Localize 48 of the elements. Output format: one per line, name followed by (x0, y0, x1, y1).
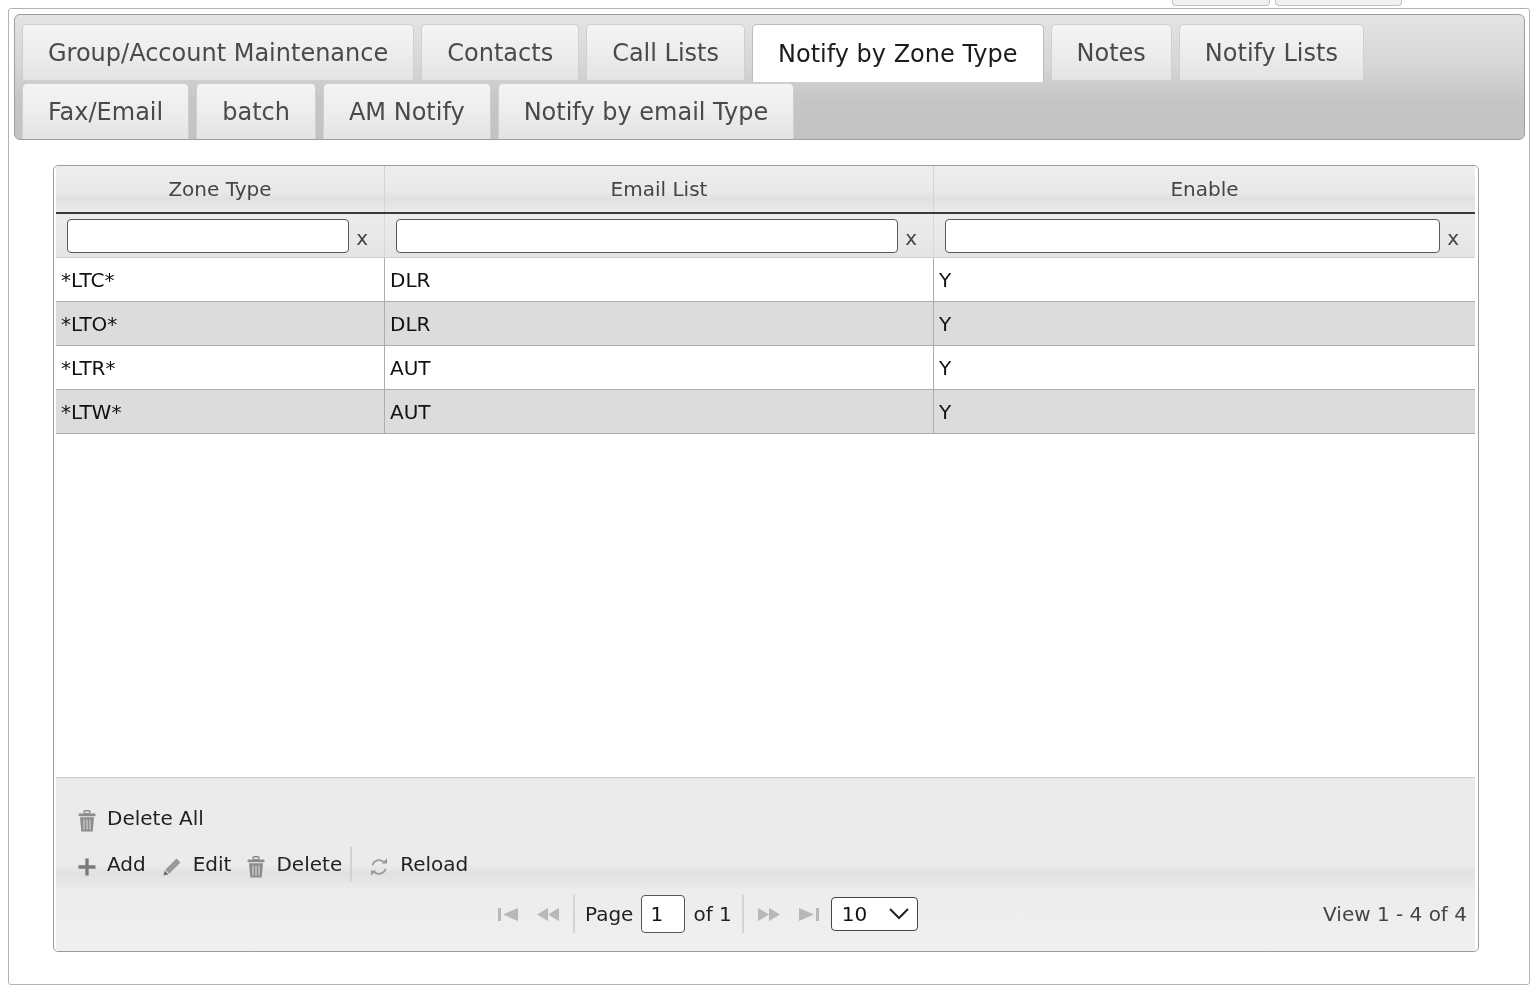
rows-per-page-select[interactable]: 10 (830, 897, 918, 931)
pencil-icon (161, 857, 182, 877)
delete-all-button[interactable]: Delete All (78, 803, 204, 833)
clear-filter-link[interactable]: x (905, 227, 917, 248)
cut-off-button[interactable] (1172, 0, 1270, 6)
delete-button[interactable]: Delete (247, 849, 343, 879)
column-header[interactable]: Email List (385, 166, 934, 212)
page-input[interactable]: 1 (641, 895, 686, 933)
clear-filter-link[interactable]: x (356, 227, 368, 248)
tab[interactable]: AM Notify (322, 83, 491, 139)
tab[interactable]: Call Lists (586, 24, 746, 80)
column-header[interactable]: Enable (934, 166, 1475, 212)
previous-page-icon (537, 907, 559, 921)
filter-field[interactable] (945, 218, 1441, 253)
cut-off-button[interactable] (1275, 0, 1402, 6)
column-header[interactable]: Zone Type (56, 166, 385, 212)
page-label: Page (585, 901, 634, 928)
next-page-icon (757, 907, 780, 921)
reload-button[interactable]: Reload (369, 849, 469, 879)
table-cell: Y (934, 390, 1475, 434)
table-row[interactable]: *LTW* AUT Y (56, 390, 1475, 434)
trash-icon (78, 810, 96, 832)
filter-field[interactable] (67, 218, 350, 253)
add-button[interactable]: Add (78, 849, 146, 879)
tab[interactable]: Fax/Email (22, 83, 190, 139)
page-total-label: of 1 (693, 901, 732, 928)
trash-icon (247, 856, 266, 878)
tab[interactable]: Notes (1050, 24, 1172, 80)
first-page-icon (498, 907, 518, 921)
table-row[interactable]: *LTR* AUT Y (56, 346, 1475, 390)
plus-icon (78, 858, 96, 876)
last-page-icon (798, 907, 819, 921)
table-row[interactable]: *LTC* DLR Y (56, 258, 1475, 302)
tab[interactable]: batch (196, 83, 316, 139)
tab[interactable]: Notify Lists (1178, 24, 1364, 80)
table-cell: AUT (385, 390, 934, 434)
table-row[interactable]: *LTO* DLR Y (56, 302, 1475, 346)
record-count-label: View 1 - 4 of 4 (1323, 901, 1468, 928)
filter-field[interactable] (396, 218, 899, 253)
tab[interactable]: Notify by Zone Type (752, 24, 1044, 82)
edit-button[interactable]: Edit (161, 849, 232, 879)
table-cell: *LTW* (56, 390, 385, 434)
refresh-icon (369, 856, 390, 878)
chevron-down-icon (888, 908, 909, 920)
tab[interactable]: Notify by email Type (497, 83, 795, 139)
tab[interactable]: Contacts (421, 24, 580, 80)
clear-filter-link[interactable]: x (1447, 227, 1459, 248)
tab[interactable]: Group/Account Maintenance (22, 24, 415, 80)
